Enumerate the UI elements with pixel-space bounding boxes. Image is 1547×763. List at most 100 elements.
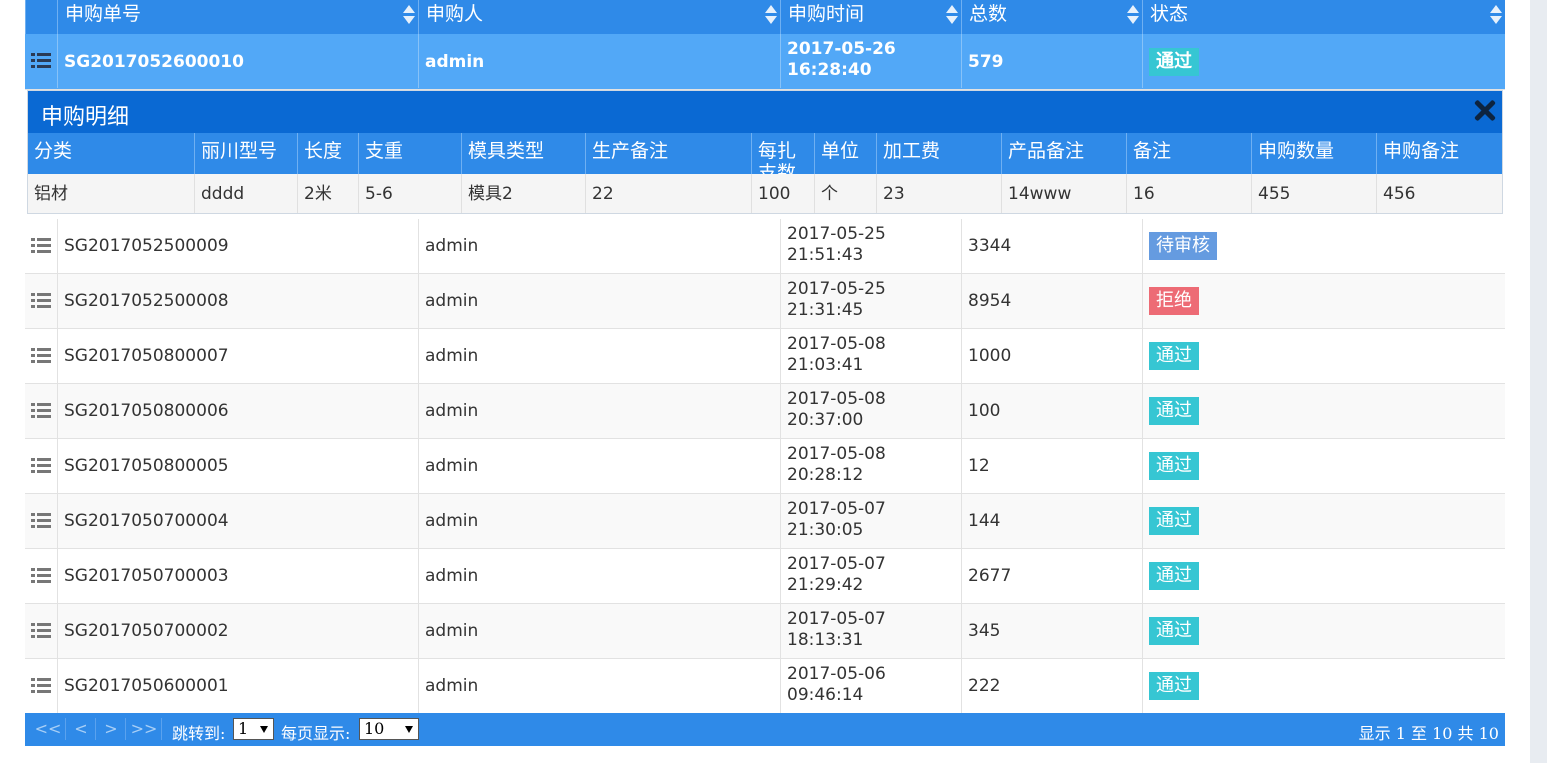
row-status-cell: 通过 (1142, 494, 1505, 548)
sort-icon[interactable] (1127, 4, 1139, 26)
next-page-button[interactable]: > (97, 718, 126, 740)
detail-col-mold-type: 模具类型 (461, 133, 585, 174)
row-total: 579 (961, 34, 1142, 88)
detail-col-quantity: 申购数量 (1251, 133, 1376, 174)
row-time: 2017-05-08 21:03:41 (780, 329, 961, 383)
row-applicant: admin (418, 604, 780, 658)
header-applicant-label: 申购人 (426, 3, 484, 25)
row-time: 2017-05-25 21:31:45 (780, 274, 961, 328)
row-order-no: SG2017050700002 (57, 604, 418, 658)
detail-weight: 5-6 (358, 174, 461, 213)
row-expand-cell[interactable] (25, 549, 57, 603)
table-row[interactable]: SG2017050800006 admin 2017-05-08 20:37:00 10… (25, 384, 1505, 439)
list-icon[interactable] (31, 348, 51, 364)
detail-category: 铝材 (34, 184, 68, 204)
row-applicant: admin (418, 34, 780, 88)
status-badge: 通过 (1149, 507, 1199, 535)
detail-title: 申购明细 (41, 105, 130, 130)
list-icon[interactable] (31, 53, 51, 69)
row-expand-cell[interactable] (25, 384, 57, 438)
sort-icon[interactable] (946, 4, 958, 26)
table-row[interactable]: SG2017052500009 admin 2017-05-25 21:51:43 33… (25, 219, 1505, 274)
header-time[interactable]: 申购时间 (780, 0, 961, 34)
list-icon[interactable] (31, 678, 51, 694)
row-order-no: SG2017050800005 (57, 439, 418, 493)
row-status-cell: 通过 (1142, 384, 1505, 438)
header-status[interactable]: 状态 (1142, 0, 1505, 34)
table-row[interactable]: SG2017050600001 admin 2017-05-06 09:46:14 22… (25, 659, 1505, 714)
last-page-button[interactable]: >> (127, 718, 162, 740)
row-applicant: admin (418, 384, 780, 438)
row-date: 2017-05-25 (787, 279, 886, 299)
detail-col-length: 长度 (297, 133, 358, 174)
detail-panel: 申购明细 分类 丽川型号 长度 支重 模具类型 生产备注 每扎支数 单位 加工费… (27, 90, 1503, 214)
table-row[interactable]: SG2017052500008 admin 2017-05-25 21:31:45 89… (25, 274, 1505, 329)
per-page-select[interactable]: 10 (359, 718, 419, 740)
row-applicant: admin (418, 274, 780, 328)
status-badge: 通过 (1149, 397, 1199, 425)
detail-title-bar: 申购明细 (28, 91, 1502, 133)
row-total: 1000 (961, 329, 1142, 383)
row-expand-cell[interactable] (25, 494, 57, 548)
list-icon[interactable] (31, 238, 51, 254)
close-icon[interactable] (1474, 99, 1496, 121)
table-row[interactable]: SG2017050700003 admin 2017-05-07 21:29:42 26… (25, 549, 1505, 604)
row-time: 2017-05-08 20:37:00 (780, 384, 961, 438)
list-icon[interactable] (31, 403, 51, 419)
status-badge: 通过 (1149, 48, 1199, 76)
header-order-no[interactable]: 申购单号 (57, 0, 418, 34)
first-page-button[interactable]: << (31, 718, 66, 740)
row-clock: 09:46:14 (787, 685, 864, 705)
row-applicant: admin (418, 439, 780, 493)
jump-to-select[interactable]: 1 (233, 718, 274, 740)
table-row[interactable]: SG2017050800005 admin 2017-05-08 20:28:12 12… (25, 439, 1505, 494)
detail-col-processing-fee: 加工费 (876, 133, 1001, 174)
sort-icon[interactable] (403, 4, 415, 26)
row-date: 2017-05-07 (787, 609, 886, 629)
row-expand-cell[interactable] (25, 604, 57, 658)
row-time: 2017-05-26 16:28:40 (780, 34, 961, 88)
detail-product-note: 14www (1001, 174, 1126, 213)
detail-production-note: 22 (585, 174, 751, 213)
header-time-label: 申购时间 (788, 3, 865, 25)
table-row-selected[interactable]: SG2017052600010 admin 2017-05-26 16:28:4… (25, 34, 1505, 90)
detail-col-weight: 支重 (358, 133, 461, 174)
header-total-label: 总数 (969, 3, 1008, 25)
row-time: 2017-05-25 21:51:43 (780, 219, 961, 273)
header-applicant[interactable]: 申购人 (418, 0, 780, 34)
row-expand-cell[interactable] (25, 329, 57, 383)
detail-request-note: 456 (1376, 174, 1502, 213)
row-expand-cell[interactable] (25, 659, 57, 713)
list-icon[interactable] (31, 568, 51, 584)
row-applicant: admin (418, 549, 780, 603)
list-icon[interactable] (31, 623, 51, 639)
table-row[interactable]: SG2017050800007 admin 2017-05-08 21:03:41 10… (25, 329, 1505, 384)
detail-col-request-note: 申购备注 (1376, 133, 1502, 174)
list-icon[interactable] (31, 458, 51, 474)
sort-icon[interactable] (765, 4, 777, 26)
row-expand-cell[interactable] (25, 34, 57, 90)
page-scrollbar-track[interactable] (1530, 0, 1547, 763)
row-time: 2017-05-07 21:30:05 (780, 494, 961, 548)
table-row[interactable]: SG2017050700004 admin 2017-05-07 21:30:05 14… (25, 494, 1505, 549)
row-expand-cell[interactable] (25, 439, 57, 493)
table-row[interactable]: SG2017050700002 admin 2017-05-07 18:13:31 34… (25, 604, 1505, 659)
row-total: 100 (961, 384, 1142, 438)
header-expand-column (25, 0, 57, 34)
header-status-label: 状态 (1150, 3, 1189, 25)
header-order-no-label: 申购单号 (65, 3, 142, 25)
prev-page-button[interactable]: < (67, 718, 96, 740)
header-total[interactable]: 总数 (961, 0, 1142, 34)
row-status-cell: 通过 (1142, 439, 1505, 493)
detail-mold-type: 模具2 (461, 174, 585, 213)
row-expand-cell[interactable] (25, 274, 57, 328)
detail-col-production-note: 生产备注 (585, 133, 751, 174)
row-status-cell: 通过 (1142, 604, 1505, 658)
detail-header: 分类 丽川型号 长度 支重 模具类型 生产备注 每扎支数 单位 加工费 产品备注… (28, 133, 1502, 174)
list-icon[interactable] (31, 293, 51, 309)
sort-icon[interactable] (1490, 4, 1502, 26)
row-time: 2017-05-07 21:29:42 (780, 549, 961, 603)
row-expand-cell[interactable] (25, 219, 57, 273)
list-icon[interactable] (31, 513, 51, 529)
row-clock: 16:28:40 (787, 60, 872, 80)
